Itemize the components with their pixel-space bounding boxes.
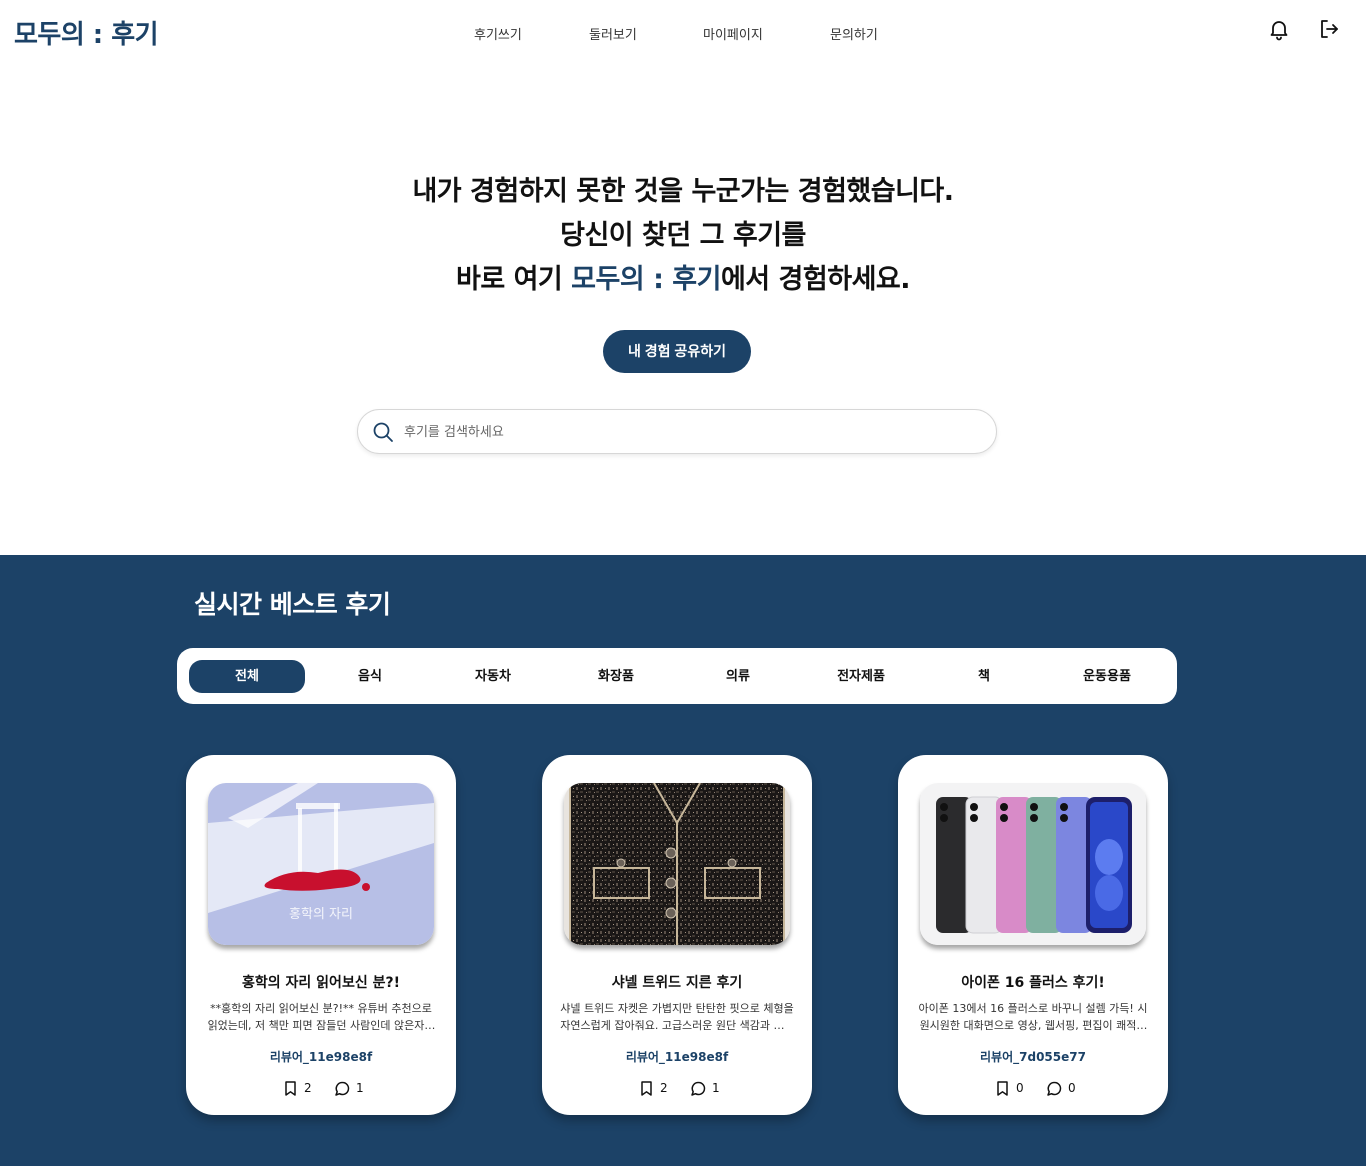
nav-write-review[interactable]: 후기쓰기 (474, 24, 522, 43)
review-card[interactable]: 홍학의 자리 홍학의 자리 읽어보신 분?! **홍학의 자리 읽어보신 분?!… (186, 755, 456, 1115)
review-excerpt: 샤넬 트위드 자켓은 가볍지만 탄탄한 핏으로 체형을 자연스럽게 잡아줘요. … (560, 1002, 794, 1032)
tab-food[interactable]: 음식 (312, 660, 428, 693)
review-title[interactable]: 아이폰 16 플러스 후기! (908, 972, 1158, 992)
review-stats: 2 1 (542, 1078, 812, 1098)
hero-line-2: 당신이 찾던 그 후기를 (560, 220, 806, 251)
comment-icon (1047, 1081, 1062, 1096)
review-image-tweed-jacket (564, 783, 790, 945)
comment-count-value: 0 (1068, 1081, 1076, 1095)
comment-count-value: 1 (712, 1081, 720, 1095)
comment-count-value: 1 (356, 1081, 364, 1095)
search-input[interactable] (404, 421, 964, 443)
review-excerpt: 아이폰 13에서 16 플러스로 바꾸니 설렘 가득! 시원시원한 대화면으로 … (918, 1002, 1148, 1032)
hero-section: 내가 경험하지 못한 것을 누군가는 경험했습니다. 당신이 찾던 그 후기를 … (0, 170, 1366, 302)
tab-sports[interactable]: 운동용품 (1049, 660, 1165, 693)
tab-all[interactable]: 전체 (189, 660, 305, 693)
share-experience-button[interactable]: 내 경험 공유하기 (603, 330, 751, 373)
review-author[interactable]: 리뷰어_11e98e8f (552, 1048, 802, 1065)
comment-count[interactable]: 0 (1046, 1078, 1076, 1098)
review-excerpt: **홍학의 자리 읽어보신 분?!** 유튜버 추천으로 읽었는데, 저 책만 … (207, 1002, 435, 1032)
bookmark-count-value: 2 (660, 1081, 668, 1095)
bookmark-icon (285, 1080, 296, 1096)
nav-browse[interactable]: 둘러보기 (589, 24, 637, 43)
hero-line-3-prefix: 바로 여기 (455, 264, 572, 295)
review-author[interactable]: 리뷰어_7d055e77 (908, 1048, 1158, 1065)
nav-mypage[interactable]: 마이페이지 (703, 24, 763, 43)
best-reviews-title: 실시간 베스트 후기 (194, 590, 391, 619)
bookmark-count-value: 2 (304, 1081, 312, 1095)
review-image-book-cover: 홍학의 자리 (208, 783, 434, 945)
comment-count[interactable]: 1 (334, 1078, 364, 1098)
review-card[interactable]: 아이폰 16 플러스 후기! 아이폰 13에서 16 플러스로 바꾸니 설렘 가… (898, 755, 1168, 1115)
tab-clothing[interactable]: 의류 (680, 660, 796, 693)
comment-count[interactable]: 1 (690, 1078, 720, 1098)
hero-brand-name: 모두의 : 후기 (571, 264, 721, 295)
review-title[interactable]: 홍학의 자리 읽어보신 분?! (196, 972, 446, 992)
bookmark-icon (997, 1080, 1008, 1096)
tab-car[interactable]: 자동차 (435, 660, 551, 693)
review-title[interactable]: 샤넬 트위드 지른 후기 (552, 972, 802, 992)
hero-line-1: 내가 경험하지 못한 것을 누군가는 경험했습니다. (412, 176, 954, 207)
logout-icon[interactable] (1317, 17, 1341, 41)
search-bar[interactable] (357, 409, 997, 454)
bookmark-icon (641, 1080, 652, 1096)
tab-electronics[interactable]: 전자제품 (803, 660, 919, 693)
category-tabs: 전체 음식 자동차 화장품 의류 전자제품 책 운동용품 (177, 648, 1177, 704)
comment-icon (335, 1081, 350, 1096)
book-cover-title: 홍학의 자리 (289, 907, 353, 922)
search-icon[interactable] (372, 421, 394, 443)
bookmark-count-value: 0 (1016, 1081, 1024, 1095)
review-stats: 2 1 (186, 1078, 456, 1098)
tab-cosmetics[interactable]: 화장품 (558, 660, 674, 693)
review-stats: 0 0 (898, 1078, 1168, 1098)
main-nav: 후기쓰기 둘러보기 마이페이지 문의하기 (0, 24, 1366, 44)
comment-icon (691, 1081, 706, 1096)
bookmark-count[interactable]: 0 (994, 1078, 1024, 1098)
bookmark-count[interactable]: 2 (638, 1078, 668, 1098)
review-image-iphone (920, 783, 1146, 945)
bookmark-count[interactable]: 2 (282, 1078, 312, 1098)
best-reviews-section: 실시간 베스트 후기 전체 음식 자동차 화장품 의류 전자제품 책 운동용품 … (0, 555, 1366, 1166)
hero-line-3-suffix: 에서 경험하세요. (720, 264, 911, 295)
review-author[interactable]: 리뷰어_11e98e8f (196, 1048, 446, 1065)
tab-books[interactable]: 책 (926, 660, 1042, 693)
nav-inquiry[interactable]: 문의하기 (830, 24, 878, 43)
review-card[interactable]: 샤넬 트위드 지른 후기 샤넬 트위드 자켓은 가볍지만 탄탄한 핏으로 체형을… (542, 755, 812, 1115)
site-header: 모두의 : 후기 후기쓰기 둘러보기 마이페이지 문의하기 (0, 0, 1366, 64)
bell-icon[interactable] (1267, 17, 1291, 41)
hero-line-3: 바로 여기 모두의 : 후기에서 경험하세요. (0, 258, 1366, 302)
